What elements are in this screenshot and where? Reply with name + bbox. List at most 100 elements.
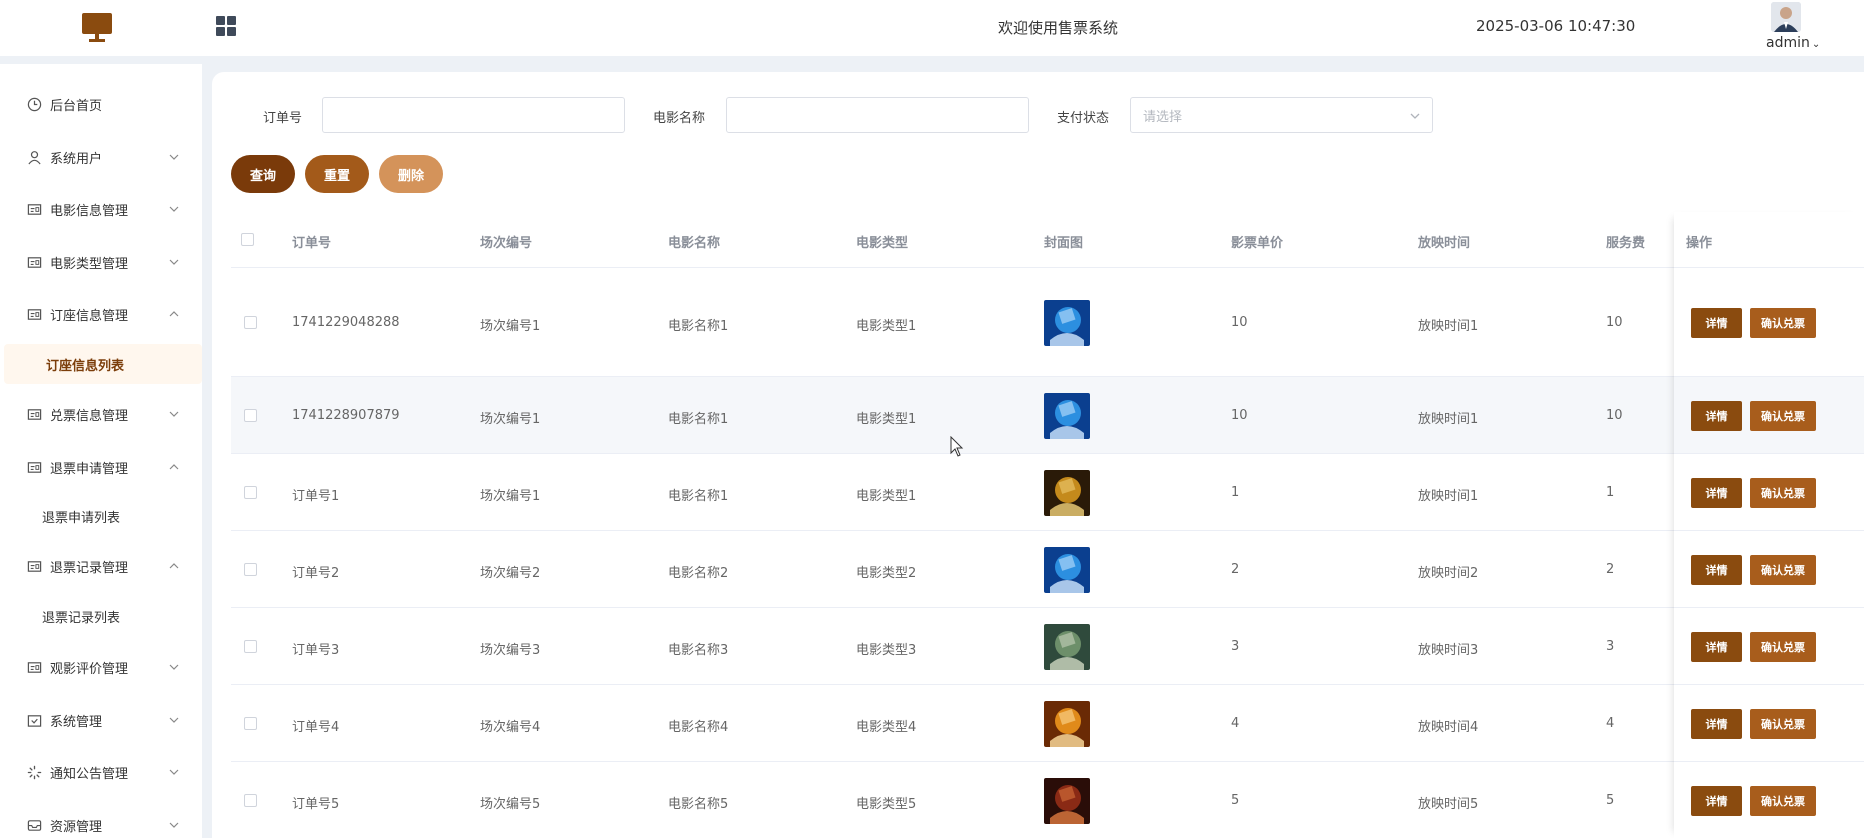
order-number-input[interactable] <box>322 97 625 133</box>
reset-button[interactable]: 重置 <box>305 155 369 193</box>
chevron-down-icon <box>168 766 180 778</box>
row-checkbox[interactable] <box>244 486 257 499</box>
detail-button[interactable]: 详情 <box>1691 478 1742 508</box>
row-checkbox[interactable] <box>244 640 257 653</box>
user-avatar[interactable] <box>1771 2 1801 32</box>
sidebar-item-label: 后台首页 <box>50 98 103 114</box>
detail-button[interactable]: 详情 <box>1691 709 1742 739</box>
cell-movie-name: 电影名称1 <box>668 319 729 334</box>
cell-session-number: 场次编号1 <box>480 412 541 427</box>
col-movie-type: 电影类型 <box>856 236 909 251</box>
sidebar-item-4[interactable]: 订座信息管理 <box>0 294 202 334</box>
cell-ticket-price: 3 <box>1231 639 1240 654</box>
confirm-exchange-button[interactable]: 确认兑票 <box>1750 478 1816 508</box>
cell-ticket-price: 2 <box>1231 562 1240 577</box>
col-session-number: 场次编号 <box>480 236 533 251</box>
chevron-down-icon <box>168 151 180 163</box>
cell-session-number: 场次编号3 <box>480 643 541 658</box>
chevron-down-icon <box>168 203 180 215</box>
cell-movie-type: 电影类型1 <box>856 489 917 504</box>
confirm-exchange-button[interactable]: 确认兑票 <box>1750 308 1816 338</box>
table-row: 订单号5 场次编号5 电影名称5 电影类型5 5 放映时间5 5 详情 确认兑票 <box>231 762 1864 838</box>
cell-ticket-price: 1 <box>1231 485 1240 500</box>
cell-ticket-price: 10 <box>1231 408 1248 423</box>
table-row: 订单号2 场次编号2 电影名称2 电影类型2 2 放映时间2 2 详情 确认兑票 <box>231 531 1864 608</box>
confirm-exchange-button[interactable]: 确认兑票 <box>1750 555 1816 585</box>
delete-button[interactable]: 删除 <box>379 155 443 193</box>
cell-order-number: 订单号1 <box>292 489 340 504</box>
query-button[interactable]: 查询 <box>231 155 295 193</box>
cell-order-number: 1741229048288 <box>292 315 400 330</box>
sidebar-item-14[interactable]: 资源管理 <box>0 805 202 838</box>
confirm-exchange-button[interactable]: 确认兑票 <box>1750 709 1816 739</box>
sidebar-item-12[interactable]: 系统管理 <box>0 700 202 740</box>
cell-service-fee: 2 <box>1606 562 1615 577</box>
chevron-down-icon: ⌄ <box>1811 39 1821 50</box>
col-actions: 操作 <box>1686 236 1713 251</box>
sidebar-subitem-10[interactable]: 退票记录列表 <box>0 596 202 636</box>
movie-name-input[interactable] <box>726 97 1029 133</box>
row-checkbox[interactable] <box>244 717 257 730</box>
detail-button[interactable]: 详情 <box>1691 401 1742 431</box>
sidebar-item-11[interactable]: 观影评价管理 <box>0 647 202 687</box>
cell-movie-name: 电影名称4 <box>668 720 729 735</box>
payment-status-select[interactable]: 请选择 <box>1130 97 1433 133</box>
movie-cover-image[interactable] <box>1044 300 1090 346</box>
detail-button[interactable]: 详情 <box>1691 555 1742 585</box>
sidebar-item-label: 兑票信息管理 <box>50 408 129 424</box>
sidebar-item-0[interactable]: 后台首页 <box>0 84 202 124</box>
sidebar-subitem-5[interactable]: 订座信息列表 <box>4 344 202 384</box>
cell-service-fee: 5 <box>1606 793 1615 808</box>
sidebar-item-7[interactable]: 退票申请管理 <box>0 447 202 487</box>
user-icon <box>26 149 42 165</box>
cell-order-number: 订单号2 <box>292 566 340 581</box>
confirm-exchange-button[interactable]: 确认兑票 <box>1750 786 1816 816</box>
sidebar-item-label: 退票申请管理 <box>50 461 129 477</box>
sidebar-item-label: 退票申请列表 <box>42 510 121 526</box>
cell-session-number: 场次编号1 <box>480 319 541 334</box>
sidebar-item-9[interactable]: 退票记录管理 <box>0 546 202 586</box>
movie-cover-image[interactable] <box>1044 470 1090 516</box>
confirm-exchange-button[interactable]: 确认兑票 <box>1750 632 1816 662</box>
current-datetime: 2025-03-06 10:47:30 <box>1476 17 1636 35</box>
cell-movie-type: 电影类型2 <box>856 566 917 581</box>
username-label: admin <box>1766 35 1810 51</box>
table-row: 订单号4 场次编号4 电影名称4 电影类型4 4 放映时间4 4 详情 确认兑票 <box>231 685 1864 762</box>
detail-button[interactable]: 详情 <box>1691 632 1742 662</box>
mouse-pointer-icon <box>950 436 964 457</box>
cell-movie-type: 电影类型4 <box>856 720 917 735</box>
sidebar-item-13[interactable]: 通知公告管理 <box>0 752 202 792</box>
sidebar-item-1[interactable]: 系统用户 <box>0 137 202 177</box>
movie-cover-image[interactable] <box>1044 393 1090 439</box>
cell-order-number: 订单号5 <box>292 797 340 812</box>
chevron-up-icon <box>168 461 180 473</box>
sidebar-subitem-8[interactable]: 退票申请列表 <box>0 496 202 536</box>
row-checkbox[interactable] <box>244 409 257 422</box>
cell-session-number: 场次编号4 <box>480 720 541 735</box>
row-checkbox[interactable] <box>244 794 257 807</box>
sidebar-item-label: 系统用户 <box>50 151 103 167</box>
cell-session-number: 场次编号2 <box>480 566 541 581</box>
movie-cover-image[interactable] <box>1044 778 1090 824</box>
select-all-checkbox[interactable] <box>241 233 254 246</box>
top-header: 欢迎使用售票系统 2025-03-06 10:47:30 admin ⌄ <box>0 0 1864 56</box>
row-checkbox[interactable] <box>244 563 257 576</box>
cell-show-time: 放映时间1 <box>1418 489 1479 504</box>
detail-button[interactable]: 详情 <box>1691 308 1742 338</box>
movie-cover-image[interactable] <box>1044 547 1090 593</box>
chevron-down-icon <box>168 661 180 673</box>
folder-icon <box>26 712 42 728</box>
row-checkbox[interactable] <box>244 316 257 329</box>
card-icon <box>26 459 42 475</box>
sidebar-item-2[interactable]: 电影信息管理 <box>0 189 202 229</box>
confirm-exchange-button[interactable]: 确认兑票 <box>1750 401 1816 431</box>
card-icon <box>26 201 42 217</box>
detail-button[interactable]: 详情 <box>1691 786 1742 816</box>
movie-cover-image[interactable] <box>1044 701 1090 747</box>
cell-movie-name: 电影名称2 <box>668 566 729 581</box>
sidebar-item-6[interactable]: 兑票信息管理 <box>0 394 202 434</box>
movie-cover-image[interactable] <box>1044 624 1090 670</box>
card-icon <box>26 558 42 574</box>
user-menu[interactable]: admin ⌄ <box>1766 35 1820 51</box>
sidebar-item-3[interactable]: 电影类型管理 <box>0 242 202 282</box>
